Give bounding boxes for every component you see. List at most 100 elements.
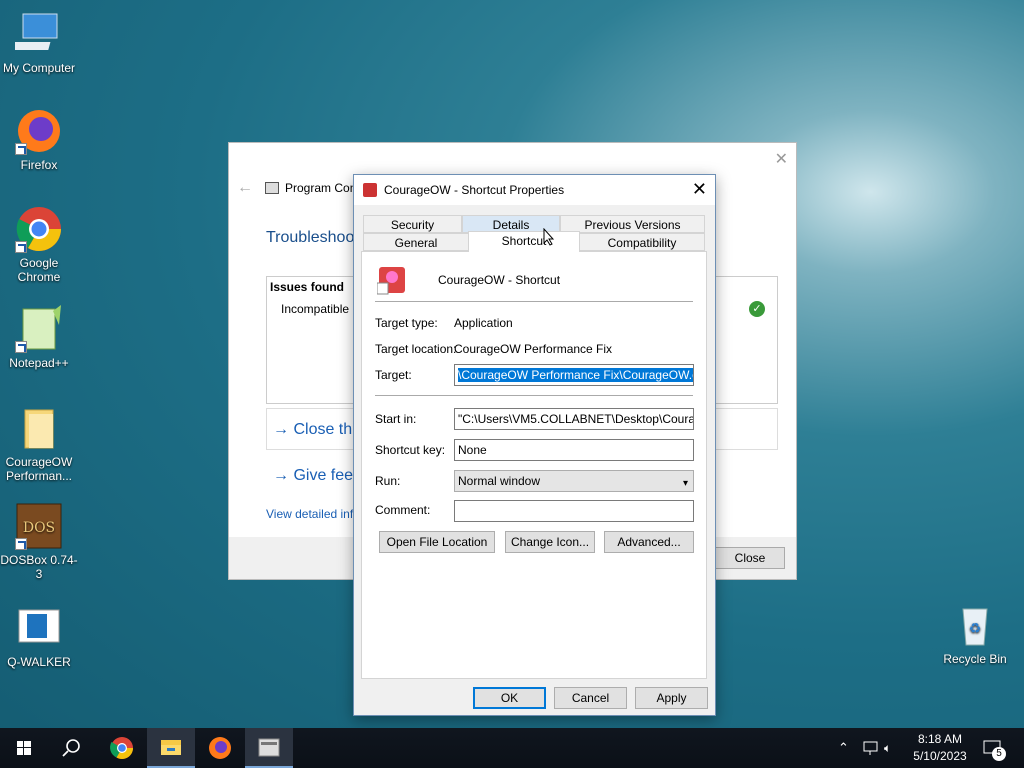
recycle-bin-icon: ♻	[951, 601, 999, 649]
shortcut-arrow-icon	[15, 143, 27, 155]
page-heading: Troubleshoot	[266, 229, 359, 246]
feedback-link-text: Give fee	[293, 467, 354, 484]
target-location-value: CourageOW Performance Fix	[454, 342, 613, 356]
desktop-icon-chrome[interactable]: Google Chrome	[0, 205, 79, 284]
change-icon-button[interactable]: Change Icon...	[505, 531, 595, 553]
close-link-text: Close th	[293, 421, 353, 438]
tab-compatibility[interactable]: Compatibility	[579, 233, 705, 251]
apply-button[interactable]: Apply	[635, 687, 708, 709]
desktop-icon-label: Recycle Bin	[943, 652, 1007, 666]
folder-icon	[161, 740, 181, 755]
close-button[interactable]: Close	[715, 547, 785, 569]
tab-shortcut[interactable]: Shortcut	[468, 231, 580, 252]
open-file-location-button[interactable]: Open File Location	[379, 531, 495, 553]
close-icon[interactable]: ✕	[775, 149, 788, 169]
comment-label: Comment:	[375, 503, 431, 517]
windows-icon	[17, 741, 31, 755]
desktop-icon-q-walker[interactable]: Q-WALKER	[0, 604, 79, 669]
svg-text:DOS: DOS	[23, 520, 55, 536]
window-title: Program Con	[265, 181, 356, 195]
taskbar-chrome[interactable]	[98, 728, 146, 768]
tray-chevron-up-icon[interactable]: ⌃	[838, 728, 849, 768]
shortcut-icon	[376, 265, 407, 295]
desktop-icon-label: Q-WALKER	[7, 655, 71, 669]
cancel-button[interactable]: Cancel	[554, 687, 627, 709]
run-label: Run:	[375, 474, 401, 488]
svg-text:♻: ♻	[969, 620, 982, 636]
tab-security[interactable]: Security	[363, 215, 462, 233]
shortcut-key-input[interactable]: None	[454, 439, 694, 461]
desktop-icon-label: Firefox	[20, 158, 58, 172]
desktop-icon-label: Google Chrome	[17, 256, 61, 284]
close-troubleshooter-link[interactable]: → Close th	[273, 421, 352, 439]
app-icon	[363, 183, 377, 197]
ok-button[interactable]: OK	[473, 687, 546, 709]
taskbar-firefox[interactable]	[196, 728, 244, 768]
target-location-label: Target location:	[375, 342, 457, 356]
shortcut-tab-panel: CourageOW - Shortcut Target type: Applic…	[361, 251, 707, 679]
desktop-icon-label: My Computer	[2, 61, 76, 75]
shortcut-properties-dialog: CourageOW - Shortcut Properties ✕ Securi…	[353, 174, 716, 716]
arrow-right-icon: →	[273, 467, 294, 484]
arrow-right-icon: →	[273, 421, 294, 438]
desktop-icon-label: DOSBox 0.74-3	[0, 553, 78, 581]
divider	[375, 301, 693, 302]
shortcut-arrow-icon	[15, 341, 27, 353]
dosbox-icon: DOS	[15, 502, 63, 550]
notepadpp-icon	[15, 305, 63, 353]
desktop-icon-recycle-bin[interactable]: ♻ Recycle Bin	[935, 601, 1015, 666]
desktop-icon-notepadpp[interactable]: Notepad++	[0, 305, 79, 370]
back-arrow-icon[interactable]: ←	[237, 179, 253, 197]
taskbar-file-explorer[interactable]	[147, 728, 195, 768]
search-button[interactable]	[48, 728, 96, 768]
chrome-icon	[110, 737, 133, 759]
desktop-icon-label: CourageOW Performan...	[5, 455, 73, 483]
advanced-button[interactable]: Advanced...	[604, 531, 694, 553]
taskbar: ⌃ 🔈︎ 8:18 AM 5/10/2023 5	[0, 728, 1024, 768]
network-icon[interactable]	[862, 728, 880, 768]
check-icon: ✓	[749, 301, 765, 317]
desktop-icon-dosbox[interactable]: DOS DOSBox 0.74-3	[0, 502, 79, 581]
computer-icon	[10, 10, 63, 58]
close-icon[interactable]: ✕	[692, 179, 707, 200]
view-details-link[interactable]: View detailed inf	[266, 507, 353, 521]
desktop-icon-firefox[interactable]: Firefox	[0, 107, 79, 172]
desktop-icon-label: Notepad++	[9, 356, 69, 370]
target-type-value: Application	[454, 316, 513, 330]
clock[interactable]: 8:18 AM 5/10/2023	[912, 728, 968, 768]
troubleshooter-icon	[258, 738, 280, 757]
notification-count-badge: 5	[992, 747, 1006, 761]
target-input-value: \CourageOW Performance Fix\CourageOW.exe…	[458, 368, 693, 382]
start-in-input[interactable]: "C:\Users\VM5.COLLABNET\Desktop\CourageC	[454, 408, 694, 430]
desktop-icon-my-computer[interactable]: My Computer	[0, 10, 79, 75]
issues-header: Issues found	[270, 280, 345, 294]
notification-center-button[interactable]: 5	[982, 728, 1012, 768]
start-button[interactable]	[0, 728, 48, 768]
window-title-text: Program Con	[285, 181, 357, 195]
tab-general[interactable]: General	[363, 233, 469, 251]
clock-time: 8:18 AM	[917, 732, 963, 746]
give-feedback-link[interactable]: → Give fee	[273, 467, 353, 485]
dialog-title: CourageOW - Shortcut Properties	[384, 183, 565, 197]
volume-icon[interactable]: 🔈︎	[884, 728, 891, 768]
firefox-icon	[209, 737, 231, 759]
mouse-cursor-icon	[543, 227, 555, 249]
clock-date: 5/10/2023	[913, 749, 967, 763]
shortcut-arrow-icon	[15, 241, 27, 253]
shortcut-arrow-icon	[15, 538, 27, 550]
title-bar: CourageOW - Shortcut Properties ✕	[354, 175, 715, 205]
target-input[interactable]: \CourageOW Performance Fix\CourageOW.exe…	[454, 364, 694, 386]
comment-input[interactable]	[454, 500, 694, 522]
chevron-down-icon: ▾	[682, 478, 688, 489]
start-in-label: Start in:	[375, 412, 417, 426]
desktop-icon-courageow-folder[interactable]: CourageOW Performan...	[0, 404, 79, 483]
folder-icon	[15, 404, 63, 452]
shortcut-key-label: Shortcut key:	[375, 443, 446, 457]
divider	[375, 395, 693, 396]
window-icon	[265, 182, 279, 194]
taskbar-troubleshooter[interactable]	[245, 728, 293, 768]
issue-item: Incompatible	[281, 302, 350, 316]
target-label: Target:	[375, 368, 412, 382]
run-select[interactable]: Normal window ▾	[454, 470, 694, 492]
tab-previous-versions[interactable]: Previous Versions	[560, 215, 705, 233]
